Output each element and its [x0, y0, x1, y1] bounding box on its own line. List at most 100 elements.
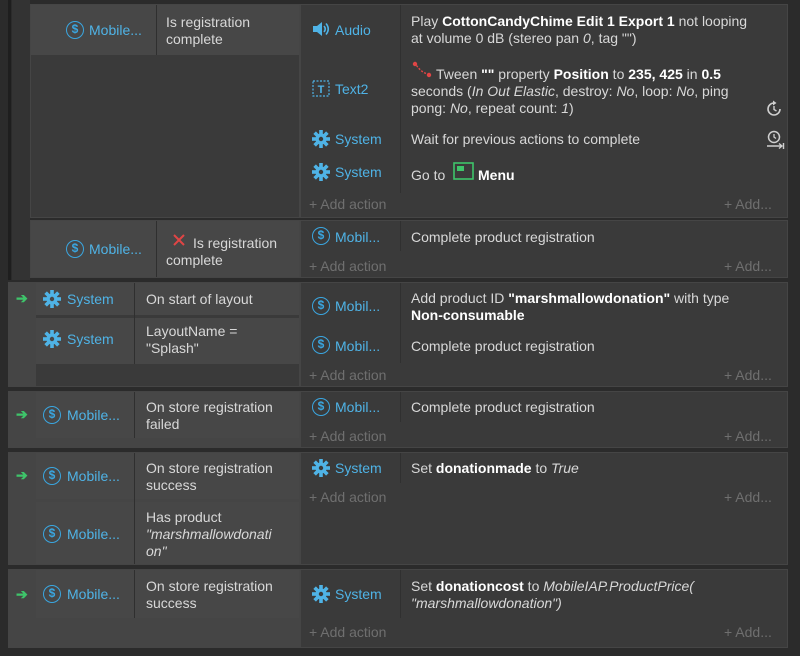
mobile-iap-icon: $ — [43, 585, 61, 603]
condition-text-line2: "Splash" — [146, 340, 199, 356]
condition-text-line2: success — [146, 595, 197, 611]
plus-icon: + — [724, 489, 736, 505]
indent-gutter — [8, 0, 11, 280]
mobile-iap-icon: $ — [312, 227, 330, 245]
mobile-iap-icon: $ — [66, 21, 84, 39]
gear-icon — [43, 330, 61, 348]
mobile-iap-icon: $ — [66, 240, 84, 258]
add-more-button[interactable]: + Add... — [724, 428, 772, 445]
async-icon — [767, 100, 781, 116]
mobile-iap-icon: $ — [43, 406, 61, 424]
condition-text-line2: complete — [166, 31, 223, 47]
action-text: Complete product registration — [411, 229, 595, 245]
condition-object: System — [67, 291, 114, 307]
mobile-iap-icon: $ — [312, 336, 330, 354]
condition-object: Mobile... — [67, 586, 120, 602]
condition-text-line2: complete — [166, 252, 223, 268]
speaker-icon — [313, 22, 330, 36]
plus-icon: + — [309, 428, 321, 444]
action-object: Text2 — [335, 81, 369, 97]
plus-icon: + — [309, 196, 321, 212]
condition-text: On start of layout — [146, 291, 253, 307]
add-action-button[interactable]: + Add action — [309, 196, 386, 213]
condition-text-line1: Is registration — [193, 235, 278, 251]
action-text-line1: Add product ID "marshmallowdonation" wit… — [411, 290, 730, 306]
invert-x-icon — [173, 234, 185, 246]
plus-icon: + — [724, 367, 736, 383]
action-text-line1: Play CottonCandyChime Edit 1 Export 1 no… — [411, 13, 748, 29]
plus-icon: + — [309, 367, 321, 383]
action-object: System — [335, 131, 382, 147]
gear-icon — [312, 459, 330, 477]
condition-text-line1: Has product — [146, 509, 222, 525]
condition-text-line1: On store registration — [146, 578, 273, 594]
action-text: Set donationmade to True — [411, 460, 579, 476]
plus-icon: + — [724, 196, 736, 212]
layout-name: Menu — [478, 167, 515, 183]
action-text-line2: "marshmallowdonation") — [411, 595, 562, 611]
action-object: System — [335, 164, 382, 180]
plus-icon: + — [724, 624, 736, 640]
layout-icon — [453, 162, 474, 180]
add-more-button[interactable]: + Add... — [724, 367, 772, 384]
action-object: System — [335, 460, 382, 476]
add-action-button[interactable]: + Add action — [309, 258, 386, 275]
mobile-iap-icon: $ — [43, 525, 61, 543]
condition-text-line1: Is registration — [166, 14, 251, 30]
add-more-button[interactable]: + Add... — [724, 196, 772, 213]
action-text-line2: seconds (In Out Elastic, destroy: No, lo… — [411, 83, 729, 99]
text-object-icon: T — [312, 80, 330, 97]
action-text-line1: Set donationcost to MobileIAP.ProductPri… — [411, 578, 694, 594]
condition-object: System — [67, 331, 114, 347]
action-object: Mobil... — [335, 298, 381, 314]
action-object: Mobil... — [335, 399, 381, 415]
add-action-button[interactable]: + Add action — [309, 624, 386, 641]
action-text-line2: at volume 0 dB (stereo pan 0, tag "") — [411, 30, 637, 46]
plus-icon: + — [724, 428, 736, 444]
action-text: Complete product registration — [411, 399, 595, 415]
trigger-arrow-icon: ➔ — [16, 467, 28, 483]
add-more-button[interactable]: + Add... — [724, 258, 772, 275]
mobile-iap-icon: $ — [43, 467, 61, 485]
condition-text-line2: "marshmallowdonati — [146, 526, 272, 542]
gear-icon — [312, 163, 330, 181]
action-text-line3: pong: No, repeat count: 1) — [411, 100, 574, 116]
condition-object: Mobile... — [89, 241, 142, 257]
action-text: Go to — [411, 167, 446, 183]
action-object: Mobil... — [335, 338, 381, 354]
condition-object: Mobile... — [67, 526, 120, 542]
svg-text:T: T — [318, 84, 325, 96]
mobile-iap-icon: $ — [312, 297, 330, 315]
condition-text-line1: On store registration — [146, 460, 273, 476]
action-object: Mobil... — [335, 229, 381, 245]
add-action-button[interactable]: + Add action — [309, 367, 386, 384]
plus-icon: + — [309, 624, 321, 640]
gear-icon — [312, 130, 330, 148]
action-text: Complete product registration — [411, 338, 595, 354]
gear-icon — [312, 585, 330, 603]
action-text: Wait for previous actions to complete — [411, 131, 641, 147]
add-more-button[interactable]: + Add... — [724, 624, 772, 641]
condition-text-line2: failed — [146, 416, 180, 432]
add-more-button[interactable]: + Add... — [724, 489, 772, 506]
indent-bar — [12, 0, 30, 280]
condition-object: Mobile... — [89, 22, 142, 38]
action-object: System — [335, 586, 382, 602]
action-text-line2: Non-consumable — [411, 307, 525, 323]
trigger-arrow-icon: ➔ — [16, 586, 28, 602]
plus-icon: + — [724, 258, 736, 274]
plus-icon: + — [309, 258, 321, 274]
add-action-button[interactable]: + Add action — [309, 428, 386, 445]
condition-text-line1: LayoutName = — [146, 323, 238, 339]
tween-icon — [412, 61, 432, 78]
gear-icon — [43, 290, 61, 308]
condition-object: Mobile... — [67, 407, 120, 423]
add-action-button[interactable]: + Add action — [309, 489, 386, 506]
action-object: Audio — [335, 22, 371, 38]
plus-icon: + — [309, 489, 321, 505]
wait-icon — [767, 130, 785, 150]
trigger-arrow-icon: ➔ — [16, 406, 28, 422]
trigger-arrow-icon: ➔ — [16, 290, 28, 306]
action-text-line1: Tween "" property Position to 235, 425 i… — [436, 66, 721, 82]
mobile-iap-icon: $ — [312, 398, 330, 416]
